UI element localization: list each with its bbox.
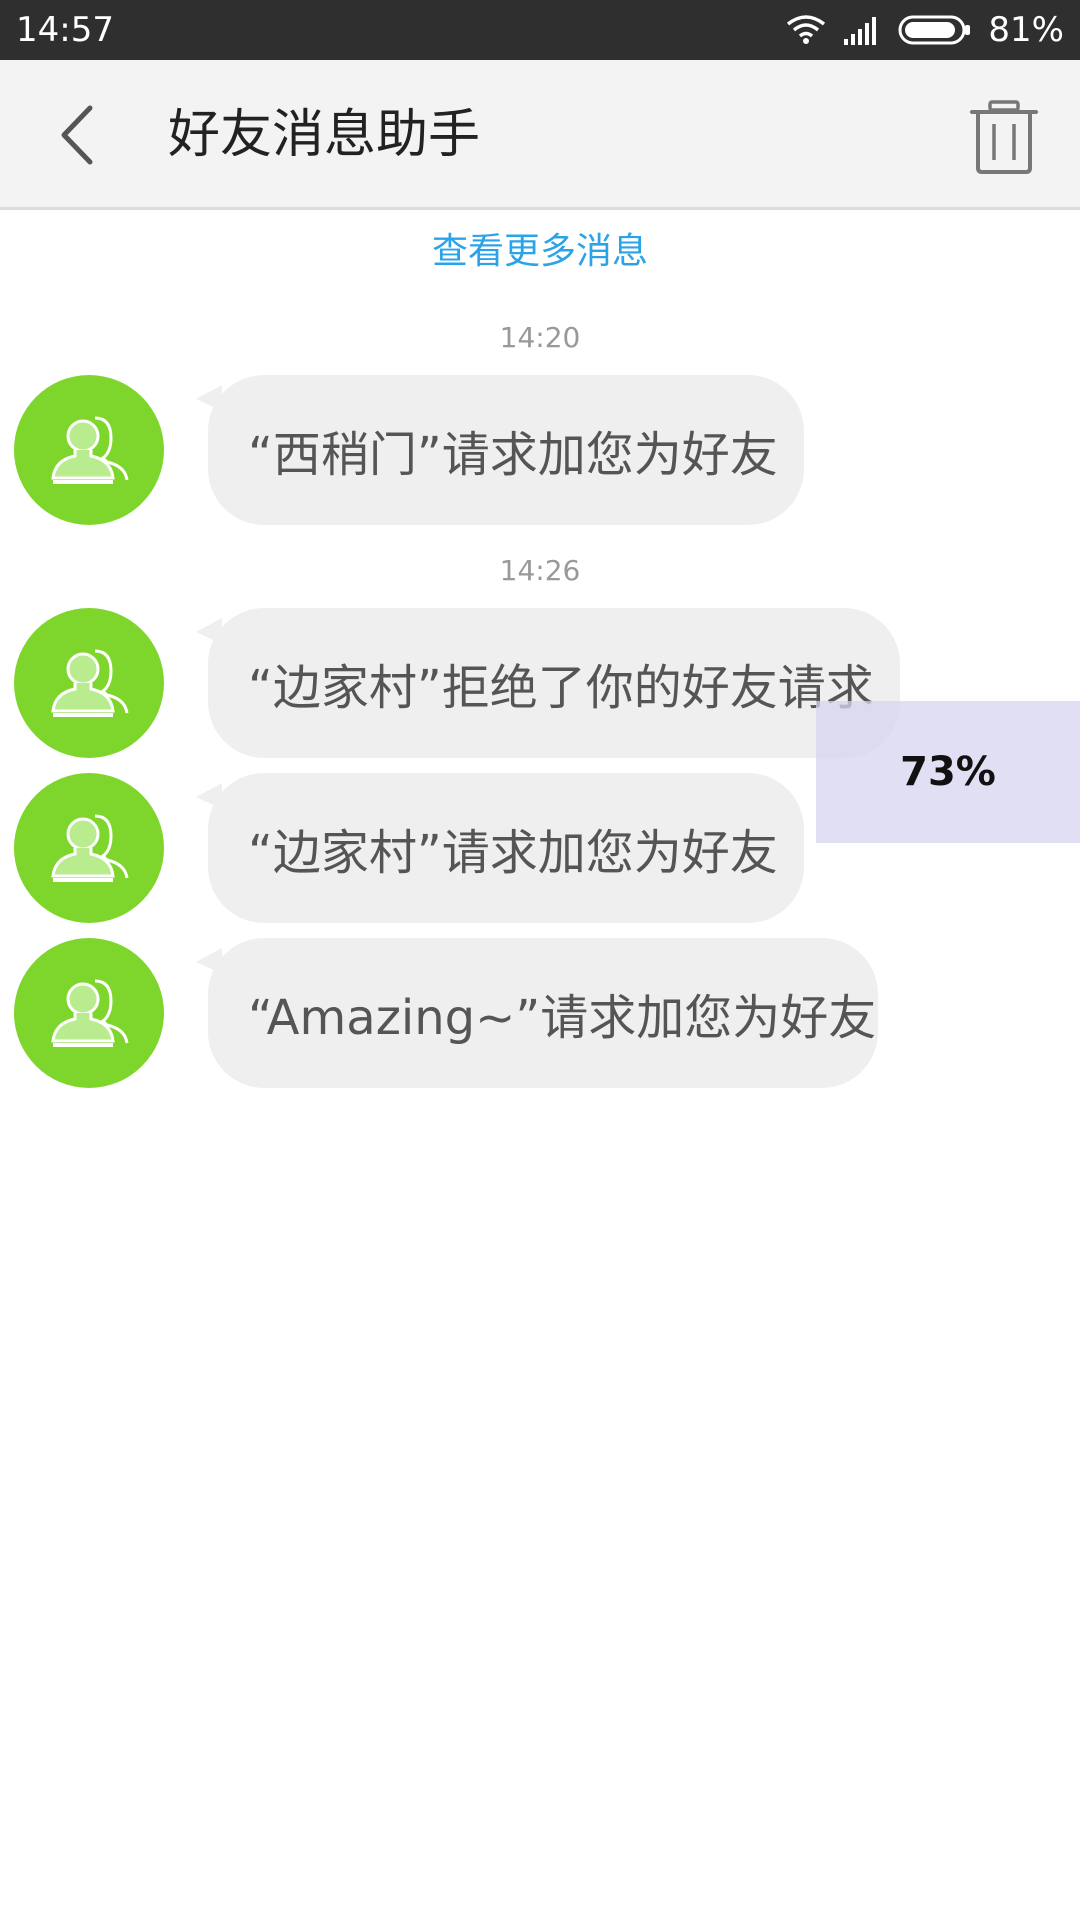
- timestamp: 14:20: [499, 321, 581, 354]
- signal-icon: [844, 17, 877, 45]
- contacts-icon: [51, 649, 129, 717]
- avatar[interactable]: [14, 375, 164, 525]
- battery-percent: 81%: [988, 10, 1064, 50]
- avatar[interactable]: [14, 938, 164, 1088]
- back-arrow-icon: [61, 105, 93, 165]
- trash-icon: [970, 100, 1038, 174]
- status-bar: 14:57 81%: [0, 0, 1080, 60]
- page-title: 好友消息助手: [168, 105, 481, 165]
- wifi-icon: [787, 15, 826, 44]
- contacts-icon: [51, 814, 129, 882]
- battery-icon: [898, 15, 971, 45]
- timestamp: 14:26: [499, 554, 581, 587]
- avatar[interactable]: [14, 773, 164, 923]
- message-bubble[interactable]: “边家村”拒绝了你的好友请求: [208, 608, 900, 758]
- contacts-icon: [51, 416, 129, 484]
- status-time: 14:57: [16, 10, 114, 50]
- delete-button[interactable]: [964, 96, 1044, 176]
- progress-indicator: 73%: [816, 701, 1080, 843]
- contacts-icon: [51, 979, 129, 1047]
- message-bubble[interactable]: “边家村”请求加您为好友: [208, 773, 804, 923]
- avatar[interactable]: [14, 608, 164, 758]
- status-icons: 81%: [786, 10, 1064, 50]
- load-more-link[interactable]: 查看更多消息: [0, 222, 1080, 282]
- message-bubble[interactable]: “Amazing~”请求加您为好友: [208, 938, 878, 1088]
- app-bar: 好友消息助手: [0, 60, 1080, 210]
- back-button[interactable]: [48, 100, 118, 170]
- message-bubble[interactable]: “西稍门”请求加您为好友: [208, 375, 804, 525]
